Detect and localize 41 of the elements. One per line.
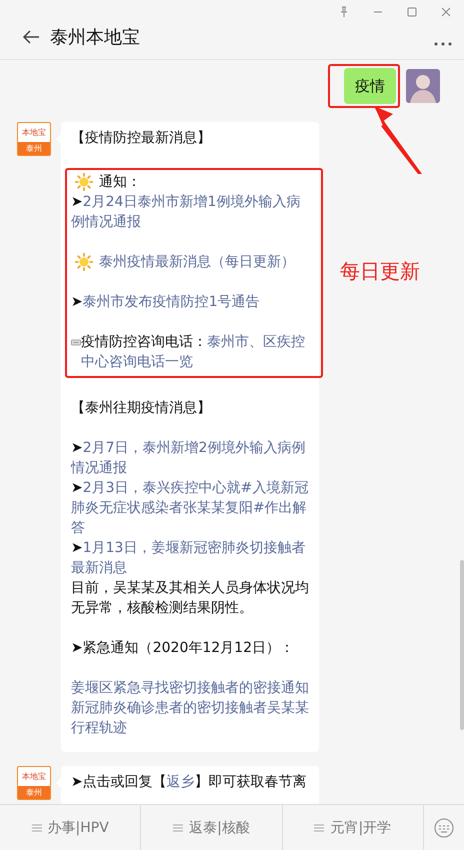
menu-item[interactable]: 元宵|开学 bbox=[282, 805, 424, 850]
keyboard-icon[interactable] bbox=[434, 818, 454, 838]
menu-icon bbox=[173, 824, 184, 832]
message-text: ➤紧急通知（2020年12月12日）： bbox=[71, 639, 295, 658]
sun-icon bbox=[75, 253, 93, 271]
avatar-icon bbox=[406, 69, 440, 103]
phone-icon bbox=[71, 339, 81, 346]
message-text: 疫情 bbox=[355, 76, 385, 96]
annotation-label: 每日更新 bbox=[340, 258, 420, 285]
logo-city: 泰州 bbox=[18, 142, 50, 155]
menu-icon bbox=[32, 824, 42, 832]
message-text: 疫情防控咨询电话：泰州市、区疾控中心咨询电话一览 bbox=[81, 333, 306, 372]
scrollbar[interactable] bbox=[460, 560, 464, 730]
close-icon[interactable] bbox=[440, 6, 452, 18]
article-link[interactable]: ➤1月13日，姜堰新冠密肺炎切接触者最新消息 bbox=[71, 538, 311, 578]
message-text: 泰州疫情最新消息（每日更新） bbox=[99, 253, 295, 272]
sun-icon bbox=[75, 173, 93, 191]
message-text: 【疫情防控最新消息】 bbox=[71, 129, 212, 148]
article-link[interactable]: ➤2月7日，泰州新增2例境外输入病例情况通报 bbox=[71, 438, 311, 478]
logo-text: 本地宝 bbox=[21, 771, 47, 783]
article-link[interactable]: ➤2月24日泰州市新增1例境外输入病例情况通报 bbox=[71, 192, 311, 232]
menu-icon bbox=[314, 824, 324, 832]
menu-item[interactable]: 办事|HPV bbox=[0, 805, 142, 850]
logo-text: 本地宝 bbox=[21, 127, 47, 139]
pin-icon[interactable] bbox=[338, 6, 350, 18]
message-text: ➤点击或回复【返乡】即可获取春节离 bbox=[71, 773, 308, 792]
maximize-icon[interactable] bbox=[406, 6, 418, 18]
article-link[interactable]: ➤泰州市发布疫情防控1号通告 bbox=[71, 292, 311, 312]
menu-label: 元宵|开学 bbox=[330, 818, 392, 836]
menu-label: 返泰|核酸 bbox=[189, 818, 250, 836]
message-text: 目前，吴某某及其相关人员身体状况均无异常，核酸检测结果阴性。 bbox=[71, 579, 310, 618]
message-text: 【泰州往期疫情消息】 bbox=[71, 399, 212, 418]
back-icon[interactable] bbox=[22, 29, 40, 45]
window-title: 泰州本地宝 bbox=[50, 26, 141, 49]
logo-city: 泰州 bbox=[18, 786, 50, 799]
menu-item[interactable]: 返泰|核酸 bbox=[141, 805, 283, 850]
article-link[interactable]: 姜堰区紧急寻找密切接触者的密接通知新冠肺炎确诊患者的密切接触者吴某某行程轨迹 bbox=[71, 678, 311, 738]
menu-label: 办事|HPV bbox=[48, 818, 109, 836]
more-icon[interactable] bbox=[434, 42, 452, 46]
article-link[interactable]: ➤2月3日，泰兴疾控中心就#入境新冠肺炎无症状感染者张某某复阳#作出解答 bbox=[71, 478, 311, 538]
message-text: 通知： bbox=[99, 173, 141, 192]
